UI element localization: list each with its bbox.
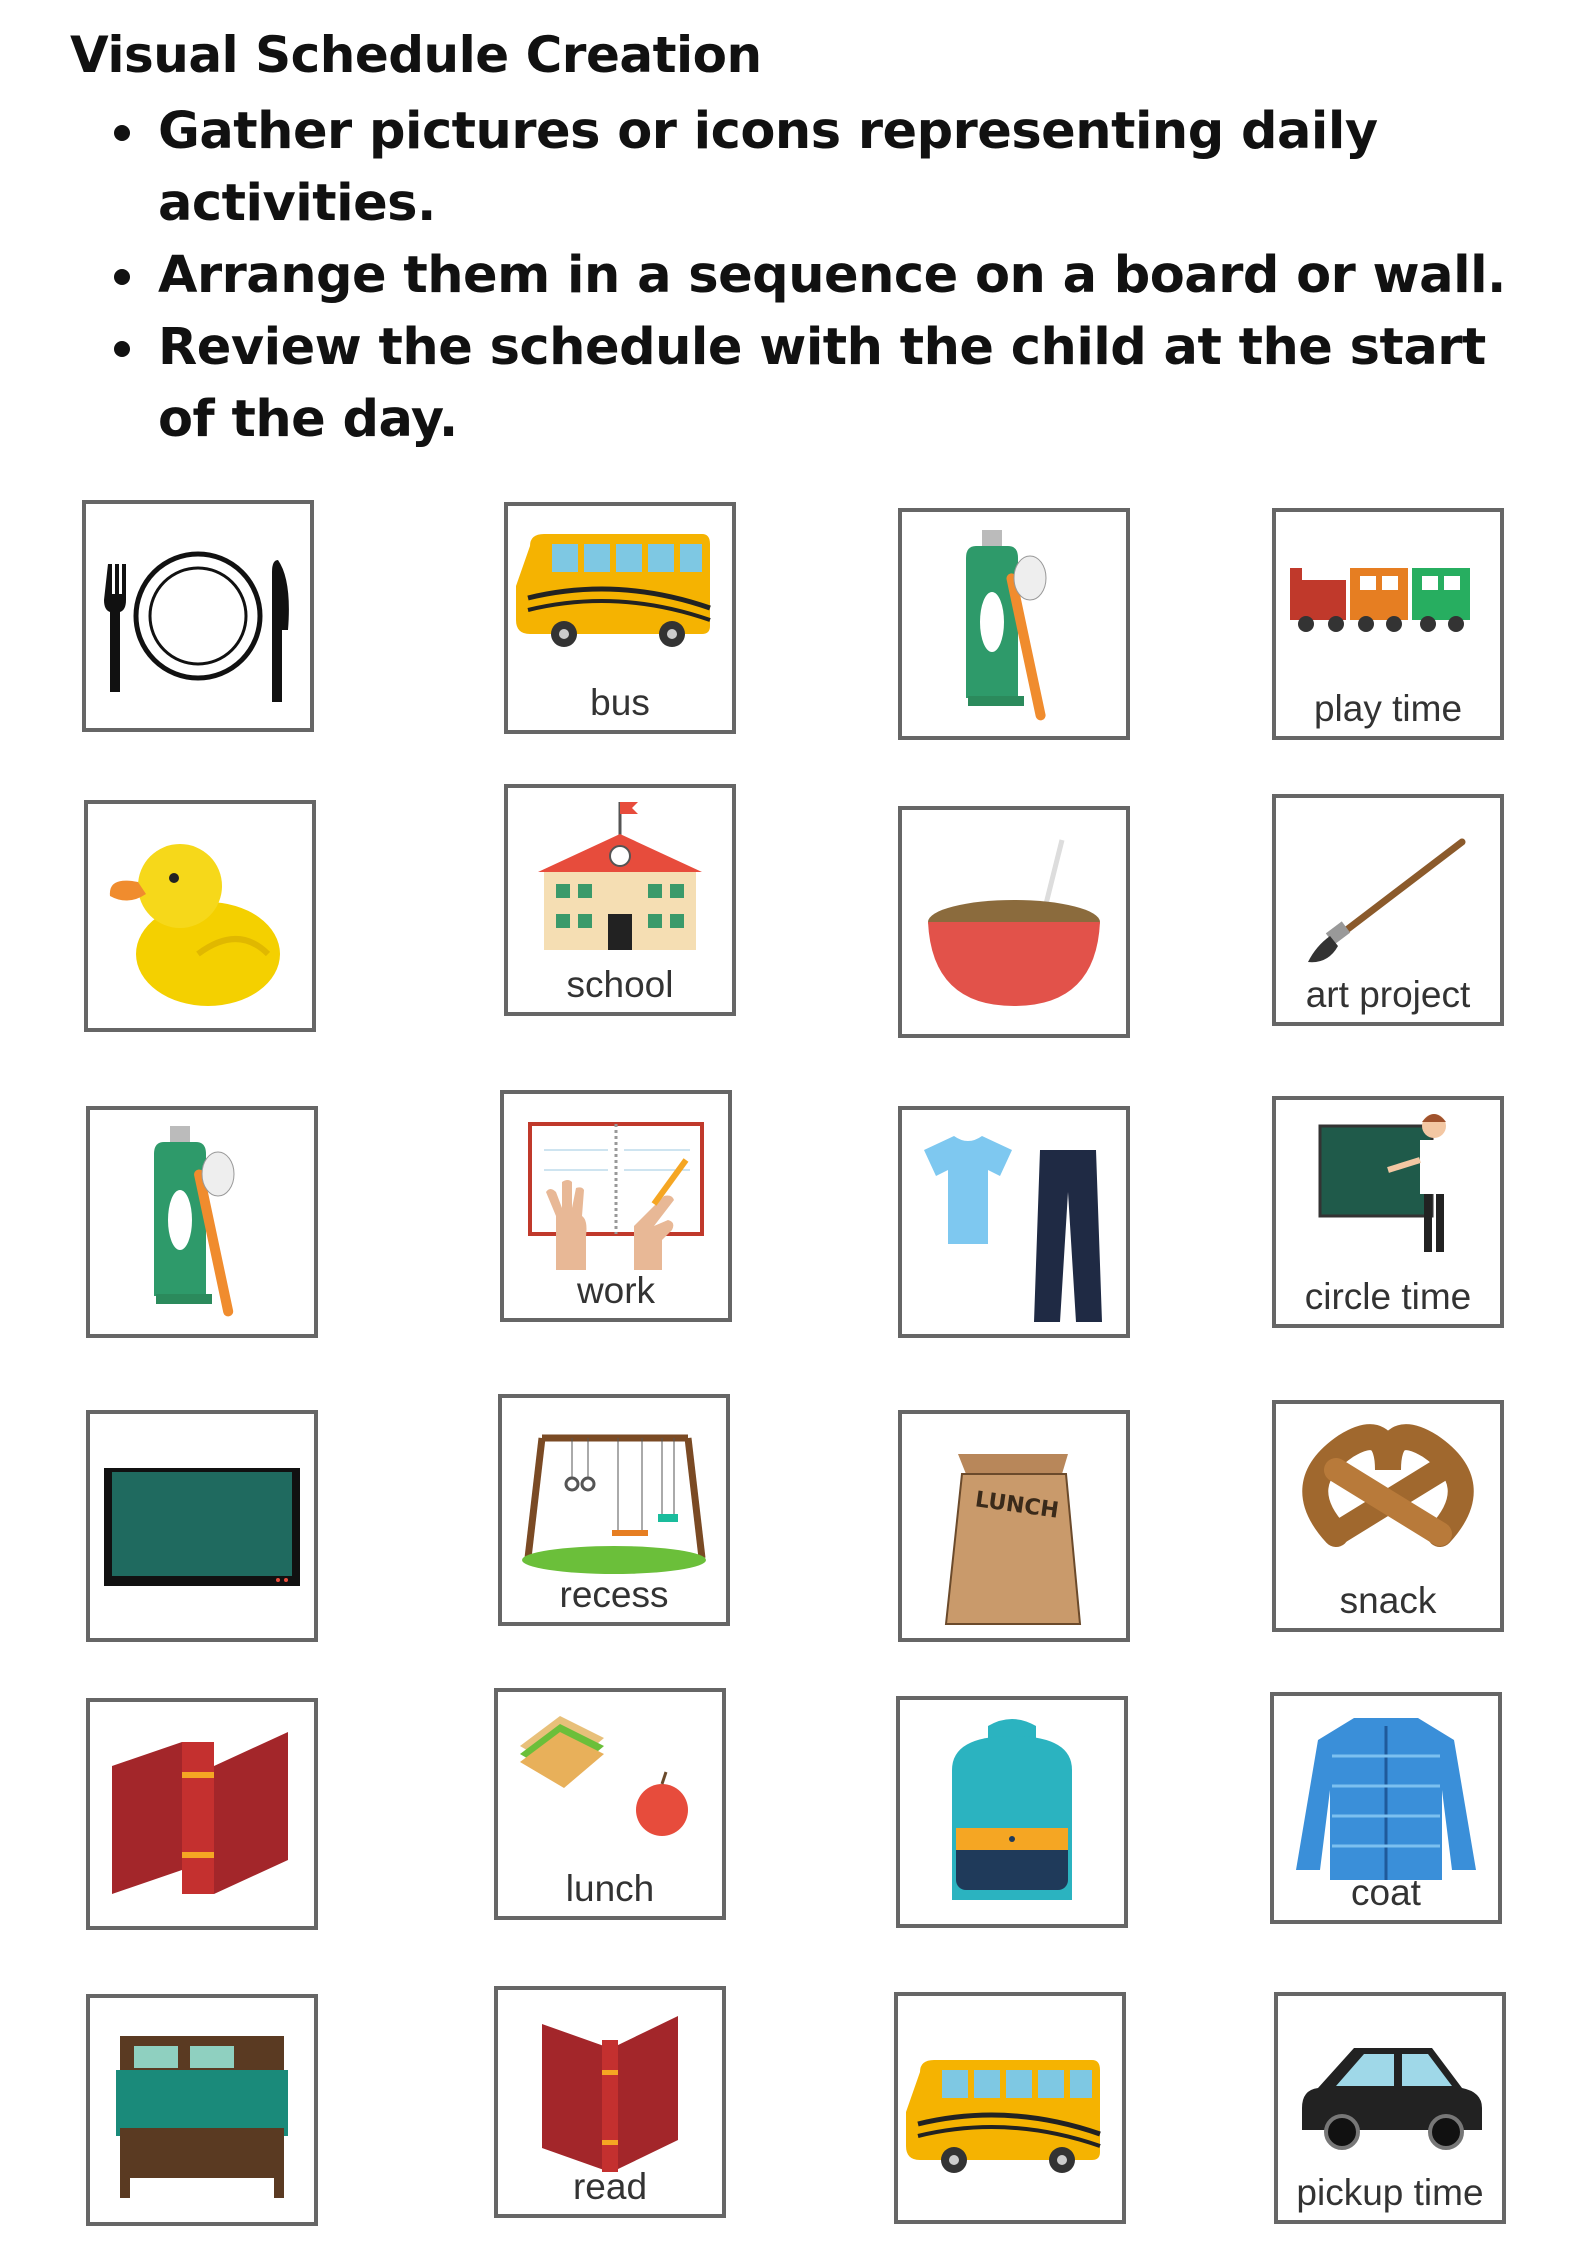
card-label: lunch [565,1868,655,1909]
schedule-card: circle time [1272,1096,1504,1328]
card-label: school [566,964,674,1005]
school-bus-icon [906,2060,1101,2173]
schedule-card: LUNCH [898,1410,1130,1642]
shirt-pants-icon [924,1136,1102,1322]
schedule-card [898,1106,1130,1338]
schedule-card: play time [1272,508,1504,740]
schedule-card [86,1994,318,2226]
toothpaste-toothbrush-icon [966,530,1047,721]
schedule-card [86,1410,318,1642]
instruction-item: Gather pictures or icons representing da… [110,96,1530,240]
schedule-card: read [494,1986,726,2218]
toothpaste-toothbrush-icon [154,1126,235,1317]
bed-icon [116,2036,288,2198]
red-book-icon [112,1732,288,1894]
schedule-card [894,1992,1126,2224]
schedule-card [896,1696,1128,1928]
schedule-card: school [504,784,736,1016]
schedule-card: snack [1272,1400,1504,1632]
schedule-card [898,806,1130,1038]
card-label: bus [590,682,650,723]
lunch-bag-icon: LUNCH [944,1454,1082,1625]
cereal-bowl-icon [928,839,1100,1006]
card-label: snack [1339,1580,1437,1621]
card-label: work [576,1270,656,1311]
schedule-card: pickup time [1274,1992,1506,2224]
card-label: pickup time [1296,2172,1484,2213]
rubber-duck-icon [109,844,280,1006]
instruction-list: Gather pictures or icons representing da… [110,96,1530,456]
card-label: play time [1313,688,1463,729]
schedule-card: lunch [494,1688,726,1920]
schedule-card [86,1106,318,1338]
page-title: Visual Schedule Creation [70,26,762,84]
instruction-item: Review the schedule with the child at th… [110,312,1530,456]
schedule-card: bus [504,502,736,734]
card-label: read [572,2166,648,2207]
schedule-card: coat [1270,1692,1502,1924]
television-icon [104,1468,300,1586]
instruction-item: Arrange them in a sequence on a board or… [110,240,1530,312]
card-label: art project [1305,974,1471,1015]
schedule-card: work [500,1090,732,1322]
schedule-card: art project [1272,794,1504,1026]
schedule-card [82,500,314,732]
card-label: circle time [1304,1276,1472,1317]
card-label: coat [1351,1872,1421,1913]
schedule-card [86,1698,318,1930]
schedule-card: recess [498,1394,730,1626]
schedule-card [84,800,316,1032]
plate-fork-knife-icon [104,551,289,702]
card-label: recess [559,1574,669,1615]
backpack-icon [952,1719,1072,1900]
schedule-card [898,508,1130,740]
